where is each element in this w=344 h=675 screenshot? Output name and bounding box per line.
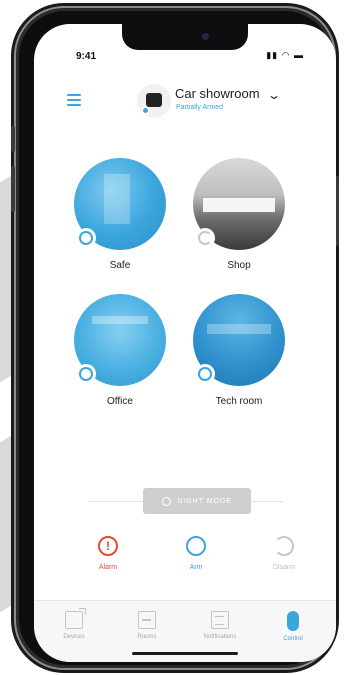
night-mode-label: NIGHT MODE (177, 497, 232, 505)
tab-control[interactable]: Control (258, 611, 328, 642)
rooms-icon (138, 611, 156, 629)
volume-button (11, 166, 15, 212)
arm-label: Arm (189, 564, 203, 571)
group-safe[interactable]: Safe (65, 158, 175, 271)
night-mode-button[interactable]: NIGHT MODE (143, 488, 251, 514)
tab-label: Rooms (137, 634, 157, 640)
group-photo[interactable] (74, 294, 166, 386)
tab-notifications[interactable]: Notifications (185, 611, 255, 640)
disarm-button[interactable]: Disarm (254, 536, 314, 571)
site-status: Partially Armed (176, 104, 224, 111)
alarm-icon (98, 536, 118, 556)
arm-icon (186, 536, 206, 556)
armed-ring-icon (76, 364, 96, 384)
site-name[interactable]: Car showroom (175, 86, 260, 101)
disarm-icon (274, 536, 294, 556)
disarm-label: Disarm (272, 564, 296, 571)
alarm-label: Alarm (98, 564, 118, 571)
home-indicator[interactable] (132, 652, 238, 655)
volume-button (11, 126, 15, 152)
status-time: 9:41 (76, 51, 97, 62)
camera-icon (202, 33, 209, 40)
armed-ring-icon (76, 228, 96, 248)
group-photo[interactable] (193, 294, 285, 386)
loading-ring-icon (195, 228, 215, 248)
chevron-down-icon[interactable]: ⌄ (267, 88, 281, 102)
tab-label: Notifications (203, 634, 237, 640)
group-tech-room[interactable]: Tech room (184, 294, 294, 407)
moon-icon (162, 496, 172, 506)
devices-icon (65, 608, 86, 629)
tab-devices[interactable]: Devices (39, 608, 109, 640)
app-screen: 9:41 ▮▮ ◠ ▬ Car showroom ⌄ Partially Arm… (34, 24, 336, 662)
notifications-icon (211, 611, 229, 629)
group-office[interactable]: Office (65, 294, 175, 407)
group-photo[interactable] (74, 158, 166, 250)
status-dot-icon (141, 106, 150, 115)
status-icons: ▮▮ ◠ ▬ (266, 50, 304, 60)
control-icon (287, 611, 299, 631)
notch (122, 24, 248, 50)
group-label: Safe (109, 260, 131, 271)
group-label: Tech room (215, 396, 263, 407)
stage: 9:41 ▮▮ ◠ ▬ Car showroom ⌄ Partially Arm… (0, 0, 344, 675)
group-photo[interactable] (193, 158, 285, 250)
tab-rooms[interactable]: Rooms (112, 611, 182, 640)
group-label: Office (107, 396, 133, 407)
tab-label: Devices (63, 634, 85, 640)
armed-ring-icon (195, 364, 215, 384)
site-avatar[interactable] (137, 84, 171, 118)
hamburger-icon[interactable] (67, 94, 81, 106)
group-shop[interactable]: Shop (184, 158, 294, 271)
hub-icon (146, 93, 162, 107)
alarm-button[interactable]: Alarm (78, 536, 138, 571)
group-label: Shop (227, 260, 251, 271)
tab-label: Control (283, 636, 303, 642)
phone-frame: 9:41 ▮▮ ◠ ▬ Car showroom ⌄ Partially Arm… (11, 6, 339, 670)
arm-button[interactable]: Arm (166, 536, 226, 571)
